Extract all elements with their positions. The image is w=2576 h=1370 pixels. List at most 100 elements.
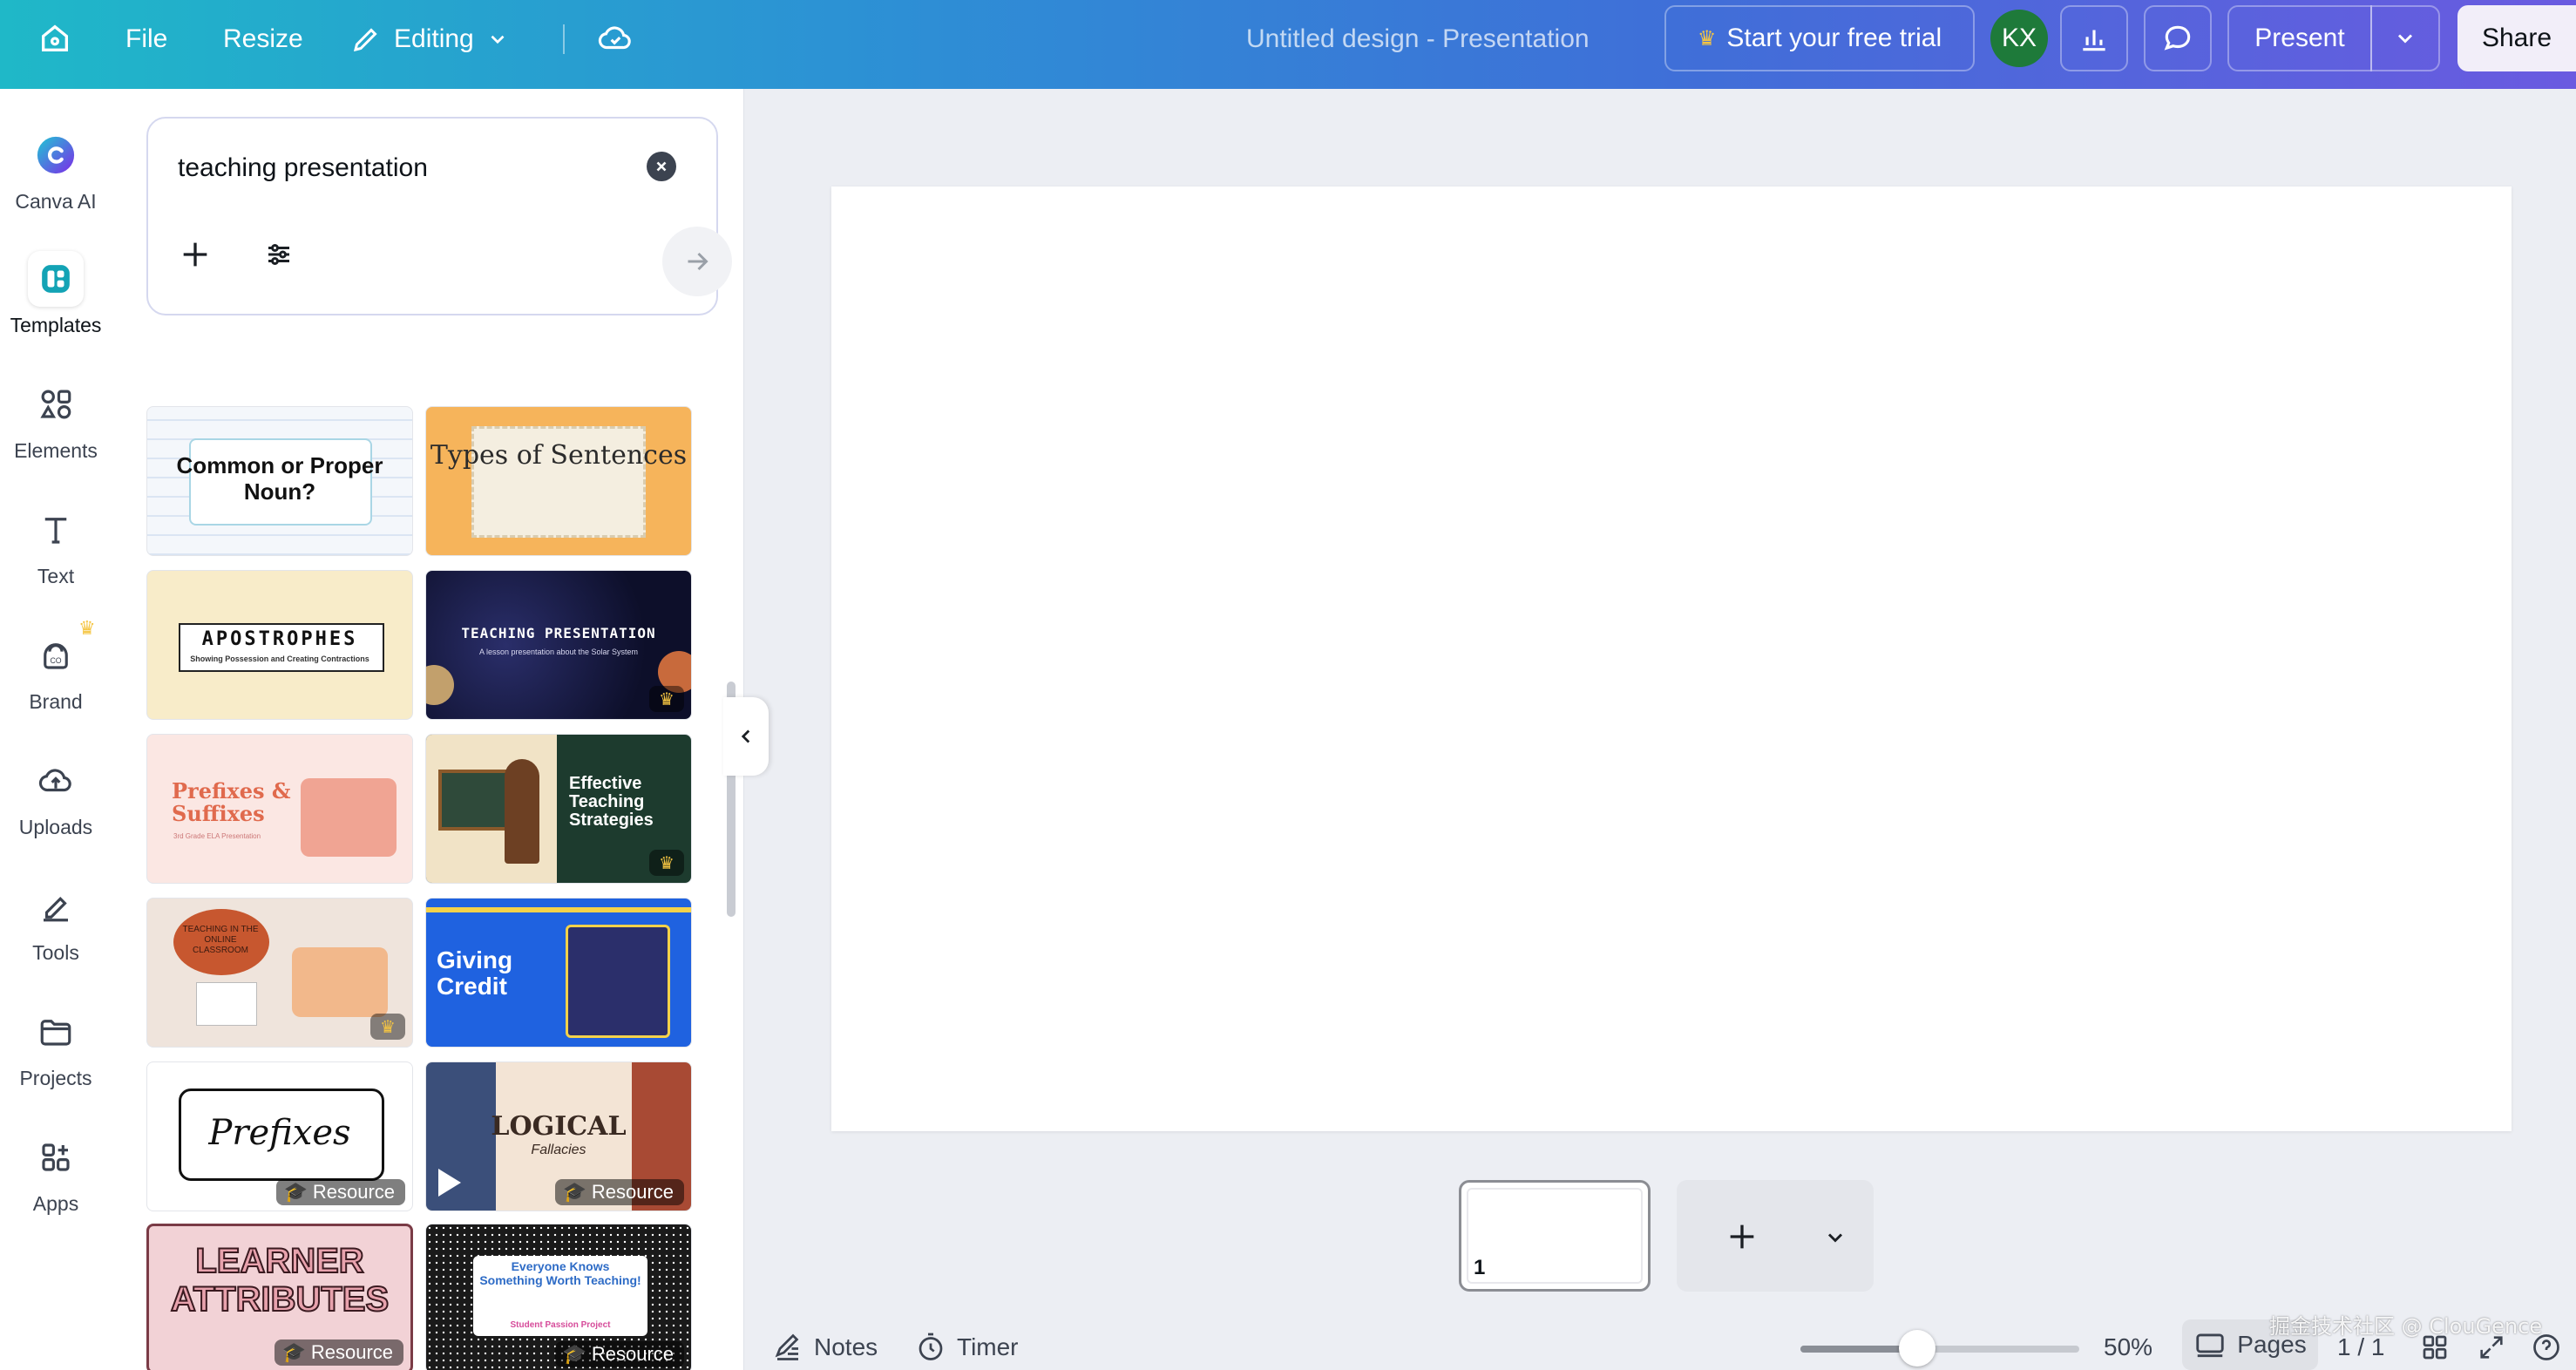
clear-search-button[interactable] [647, 152, 676, 181]
comments-button[interactable] [2144, 5, 2212, 71]
sidebar-item-uploads[interactable]: Uploads [0, 753, 112, 858]
document-title[interactable]: Untitled design - Presentation [1246, 0, 1590, 78]
resource-label: Resource [591, 1343, 674, 1365]
save-status-button[interactable] [589, 5, 641, 71]
sidebar-item-label: Uploads [18, 816, 93, 838]
sidebar-item-label: Text [37, 565, 75, 587]
template-title: Prefixes & Suffixes [172, 778, 291, 826]
zoom-percentage-button[interactable]: 50% [2104, 1321, 2152, 1370]
resize-button[interactable]: Resize [223, 0, 303, 78]
template-thumbnail[interactable]: LEARNER ATTRIBUTES 🎓 Resource [146, 1224, 413, 1370]
timer-label: Timer [957, 1333, 1019, 1360]
close-icon [656, 161, 667, 172]
template-title: LOGICAL [491, 1111, 627, 1142]
crown-icon: ♛ [649, 686, 684, 712]
template-subtitle: A lesson presentation about the Solar Sy… [478, 648, 639, 656]
sidebar-item-projects[interactable]: Projects [0, 1004, 112, 1109]
collapse-panel-button[interactable] [723, 697, 769, 776]
template-thumbnail[interactable]: TEACHING IN THE ONLINE CLASSROOM ♛ [146, 898, 413, 1048]
sidebar-item-tools[interactable]: Tools [0, 878, 112, 983]
template-title: TEACHING IN THE ONLINE CLASSROOM [182, 925, 259, 955]
share-button[interactable]: Share [2457, 5, 2576, 71]
avatar[interactable]: KX [1990, 10, 2048, 67]
template-thumbnail[interactable]: Prefixes & Suffixes 3rd Grade ELA Presen… [146, 734, 413, 884]
sidebar-item-templates[interactable]: Templates [0, 251, 112, 356]
graduation-cap-icon: 🎓 [283, 1181, 308, 1203]
page-thumbnail-preview [1467, 1188, 1643, 1284]
template-thumbnail[interactable]: Common or Proper Noun? [146, 406, 413, 556]
home-icon [42, 24, 68, 51]
bar-chart-icon [2083, 30, 2105, 51]
present-options-button[interactable] [2370, 5, 2440, 71]
template-thumbnail[interactable]: TEACHING PRESENTATION A lesson presentat… [425, 570, 692, 720]
template-title: LEARNER ATTRIBUTES [170, 1241, 390, 1319]
templates-icon [28, 251, 84, 307]
zoom-label: 50% [2104, 1333, 2153, 1360]
sidebar-item-label: Brand [29, 690, 83, 713]
add-page-options-button[interactable] [1816, 1218, 1854, 1257]
chevron-down-icon [491, 35, 505, 44]
present-label: Present [2254, 24, 2345, 52]
sidebar-item-canva-ai[interactable]: Canva AI [0, 127, 112, 232]
toolbar-divider [563, 24, 565, 54]
pages-icon [2196, 1333, 2224, 1358]
template-thumbnail[interactable]: Everyone Knows Something Worth Teaching!… [425, 1224, 692, 1370]
zoom-slider-track[interactable] [1800, 1346, 2079, 1353]
arrow-right-icon [688, 252, 708, 271]
pencil-icon [353, 28, 377, 52]
brand-icon: CO ♛ [28, 617, 96, 683]
template-thumbnail[interactable]: Prefixes 🎓 Resource [146, 1061, 413, 1211]
sidebar-item-label: Apps [32, 1192, 79, 1215]
template-subtitle: 3rd Grade ELA Presentation [173, 832, 261, 840]
add-button[interactable] [173, 232, 218, 277]
share-label: Share [2481, 24, 2552, 52]
sidebar-item-label: Templates [10, 314, 102, 336]
filter-button[interactable] [256, 232, 302, 277]
text-icon [28, 502, 84, 558]
template-thumbnail[interactable]: LOGICAL Fallacies 🎓 Resource [425, 1061, 692, 1211]
start-free-trial-button[interactable]: ♛ Start your free trial [1664, 5, 1975, 71]
home-button[interactable] [26, 5, 84, 71]
editing-mode-dropdown[interactable]: Editing [350, 0, 509, 78]
page-number: 1 [1474, 1256, 1486, 1279]
add-page-button[interactable] [1720, 1215, 1764, 1258]
template-subtitle: Fallacies [531, 1143, 586, 1157]
template-subtitle: Showing Possession and Creating Contract… [190, 654, 369, 663]
template-title: Prefixes [208, 1113, 351, 1153]
template-title: Everyone Knows Something Worth Teaching! [479, 1259, 641, 1287]
present-button[interactable]: Present [2227, 5, 2372, 71]
template-thumbnail[interactable]: Effective Teaching Strategies ♛ [425, 734, 692, 884]
file-menu[interactable]: File [125, 0, 167, 78]
sidebar-item-text[interactable]: Text [0, 502, 112, 607]
templates-panel: ♛ Common or Proper Noun? Types of Senten… [112, 89, 744, 1370]
design-canvas[interactable] [831, 187, 2512, 1131]
chevron-down-icon [2397, 34, 2413, 44]
insights-button[interactable] [2060, 5, 2128, 71]
add-page-control [1677, 1180, 1874, 1292]
cloud-check-icon [598, 26, 631, 50]
comment-icon [2164, 25, 2191, 51]
template-thumbnail[interactable]: Giving Credit [425, 898, 692, 1048]
submit-search-button[interactable] [662, 227, 732, 296]
template-thumbnail[interactable]: APOSTROPHES Showing Possession and Creat… [146, 570, 413, 720]
page-thumbnail[interactable]: 1 [1459, 1180, 1651, 1292]
sidebar-item-apps[interactable]: Apps [0, 1129, 112, 1234]
projects-icon [28, 1004, 84, 1060]
template-title: Types of Sentences [430, 440, 688, 471]
sidebar-item-elements[interactable]: Elements [0, 376, 112, 481]
search-input[interactable]: teaching presentation [178, 153, 428, 183]
canva-ai-icon [28, 127, 84, 183]
timer-button[interactable]: Timer [915, 1321, 1019, 1370]
resource-badge: 🎓 Resource [275, 1339, 403, 1366]
template-title: TEACHING PRESENTATION [461, 625, 656, 641]
resize-label: Resize [223, 24, 303, 53]
zoom-slider-handle[interactable] [1899, 1330, 1936, 1367]
sidebar-item-brand[interactable]: CO ♛ Brand [0, 617, 112, 732]
template-title: Common or Proper Noun? [176, 452, 383, 505]
template-thumbnail[interactable]: Types of Sentences [425, 406, 692, 556]
crown-icon: ♛ [370, 1014, 405, 1040]
editing-label: Editing [394, 24, 474, 53]
resource-label: Resource [591, 1181, 674, 1203]
notes-button[interactable]: Notes [772, 1321, 878, 1370]
crown-icon: ♛ [1697, 26, 1717, 51]
